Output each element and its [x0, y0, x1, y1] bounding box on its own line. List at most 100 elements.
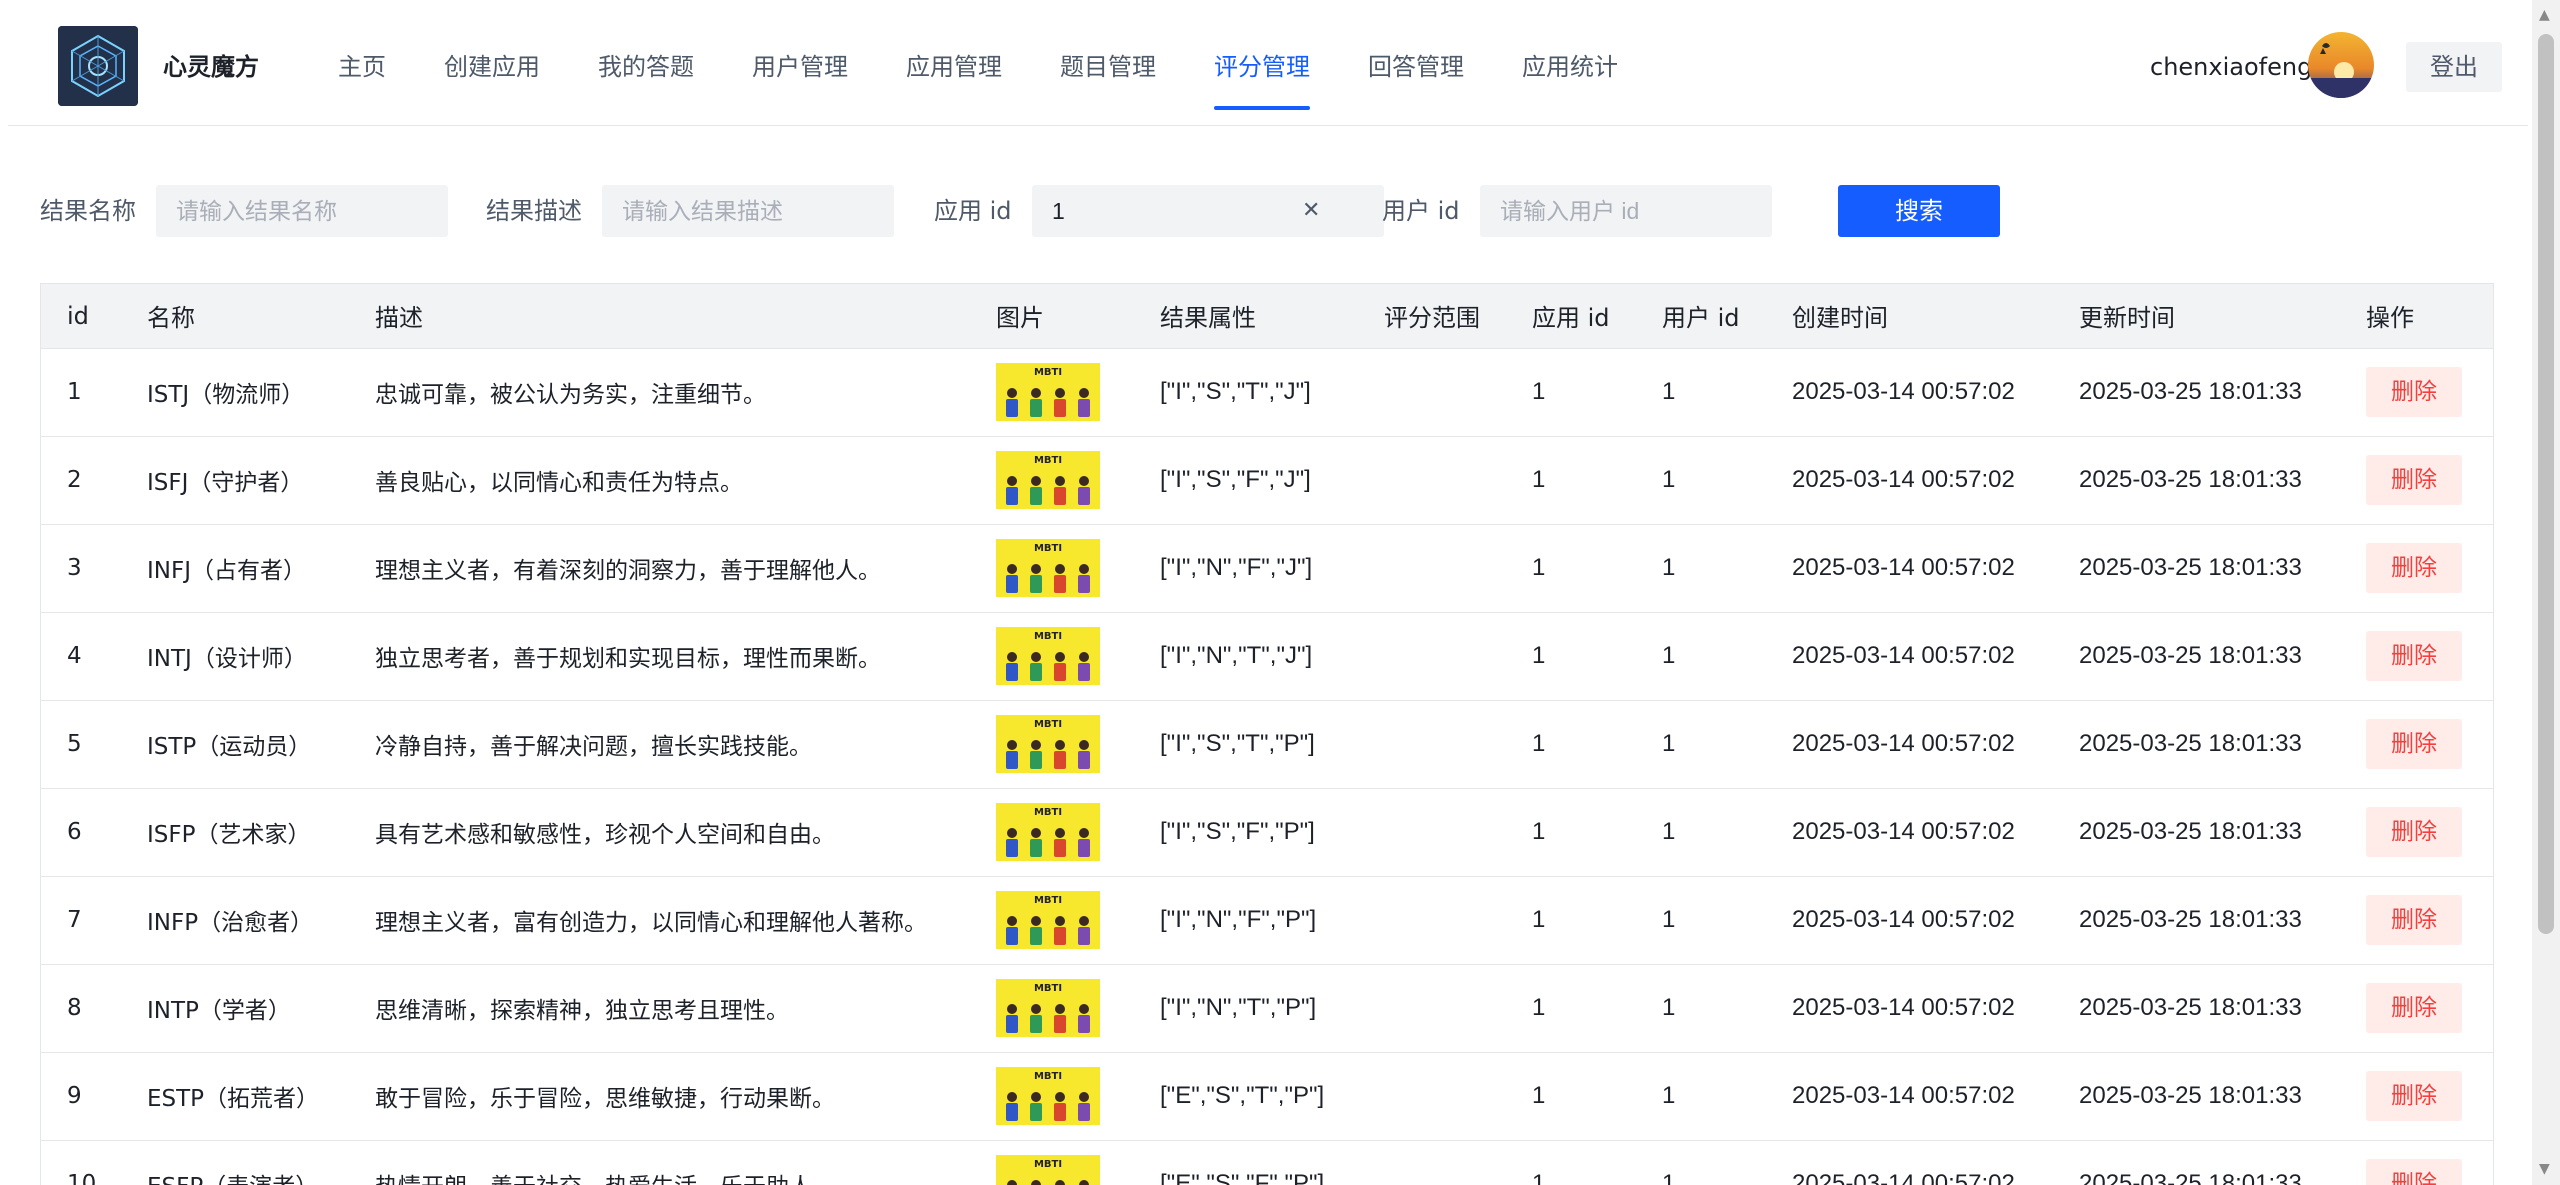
col-header-app-id: 应用 id — [1506, 284, 1636, 349]
mbti-thumbnail[interactable]: MBTI — [996, 891, 1100, 949]
user-id-input[interactable] — [1480, 185, 1772, 237]
nav-item-home[interactable]: 主页 — [338, 8, 386, 126]
cell-created: 2025-03-14 00:57:02 — [1766, 524, 2053, 613]
nav-item-app-admin[interactable]: 应用管理 — [906, 8, 1002, 126]
mbti-thumbnail[interactable]: MBTI — [996, 803, 1100, 861]
mbti-thumbnail[interactable]: MBTI — [996, 1067, 1100, 1125]
delete-button[interactable]: 删除 — [2366, 983, 2462, 1033]
cell-name: INFJ（占有者） — [121, 524, 349, 613]
nav-item-create-app[interactable]: 创建应用 — [444, 8, 540, 126]
cell-created: 2025-03-14 00:57:02 — [1766, 964, 2053, 1053]
cell-image: MBTI — [970, 1052, 1134, 1141]
nav-item-scoring-admin[interactable]: 评分管理 — [1214, 8, 1310, 126]
mbti-thumbnail[interactable]: MBTI — [996, 451, 1100, 509]
cell-app-id: 1 — [1506, 964, 1636, 1053]
cell-range — [1358, 964, 1506, 1053]
delete-button[interactable]: 删除 — [2366, 1071, 2462, 1121]
cell-actions: 删除 — [2340, 788, 2493, 877]
mbti-thumbnail[interactable]: MBTI — [996, 979, 1100, 1037]
delete-button[interactable]: 删除 — [2366, 807, 2462, 857]
cell-created: 2025-03-14 00:57:02 — [1766, 436, 2053, 525]
cell-app-id: 1 — [1506, 876, 1636, 965]
cell-desc: 理想主义者，富有创造力，以同情心和理解他人著称。 — [349, 876, 970, 965]
main-nav: 主页 创建应用 我的答题 用户管理 应用管理 题目管理 评分管理 回答管理 应用… — [338, 8, 1676, 126]
delete-button[interactable]: 删除 — [2366, 1159, 2462, 1185]
cell-attrs: ["I","N","T","J"] — [1134, 612, 1358, 701]
username[interactable]: chenxiaofeng — [2150, 8, 2312, 126]
scroll-down-icon[interactable]: ▼ — [2539, 1162, 2550, 1176]
delete-button[interactable]: 删除 — [2366, 895, 2462, 945]
cell-desc: 敢于冒险，乐于冒险，思维敏捷，行动果断。 — [349, 1052, 970, 1141]
cell-app-id: 1 — [1506, 1140, 1636, 1185]
mbti-thumbnail[interactable]: MBTI — [996, 715, 1100, 773]
cell-desc: 具有艺术感和敏感性，珍视个人空间和自由。 — [349, 788, 970, 877]
scrollbar-thumb[interactable] — [2538, 34, 2554, 934]
delete-button[interactable]: 删除 — [2366, 455, 2462, 505]
thumbnail-caption: MBTI — [1033, 1159, 1063, 1170]
cell-name: ESFP（表演者） — [121, 1140, 349, 1185]
delete-button[interactable]: 删除 — [2366, 719, 2462, 769]
thumbnail-caption: MBTI — [1033, 895, 1063, 906]
cell-id: 5 — [41, 700, 121, 789]
nav-item-my-answers[interactable]: 我的答题 — [598, 8, 694, 126]
cell-updated: 2025-03-25 18:01:33 — [2053, 964, 2340, 1053]
cell-name: INTJ（设计师） — [121, 612, 349, 701]
cell-desc: 独立思考者，善于规划和实现目标，理性而果断。 — [349, 612, 970, 701]
cell-name: ISTP（运动员） — [121, 700, 349, 789]
table-row: 6 ISFP（艺术家） 具有艺术感和敏感性，珍视个人空间和自由。 MBTI ["… — [41, 788, 2493, 877]
result-desc-input[interactable] — [602, 185, 894, 237]
logout-button[interactable]: 登出 — [2406, 42, 2502, 92]
cell-desc: 思维清晰，探索精神，独立思考且理性。 — [349, 964, 970, 1053]
top-navbar: 心灵魔方 主页 创建应用 我的答题 用户管理 应用管理 题目管理 评分管理 回答… — [8, 8, 2528, 126]
cell-image: MBTI — [970, 964, 1134, 1053]
app-id-label: 应用 id — [934, 197, 1012, 225]
col-header-image: 图片 — [970, 284, 1134, 349]
thumbnail-caption: MBTI — [1033, 983, 1063, 994]
app-id-input[interactable] — [1032, 185, 1384, 237]
scoring-table: id 名称 描述 图片 结果属性 评分范围 应用 id 用户 id 创建时间 更… — [40, 283, 2494, 1185]
cell-range — [1358, 348, 1506, 437]
clear-icon[interactable]: ✕ — [1302, 185, 1320, 237]
cell-updated: 2025-03-25 18:01:33 — [2053, 788, 2340, 877]
table-row: 10 ESFP（表演者） 热情开朗，善于社交，热爱生活，乐于助人。 MBTI [… — [41, 1140, 2493, 1185]
nav-item-question-admin[interactable]: 题目管理 — [1060, 8, 1156, 126]
cell-created: 2025-03-14 00:57:02 — [1766, 612, 2053, 701]
cell-image: MBTI — [970, 700, 1134, 789]
cell-actions: 删除 — [2340, 524, 2493, 613]
mbti-thumbnail[interactable]: MBTI — [996, 363, 1100, 421]
result-name-input[interactable] — [156, 185, 448, 237]
nav-item-app-stats[interactable]: 应用统计 — [1522, 8, 1618, 126]
table-row: 5 ISTP（运动员） 冷静自持，善于解决问题，擅长实践技能。 MBTI ["I… — [41, 700, 2493, 789]
avatar[interactable] — [2308, 32, 2374, 98]
cell-created: 2025-03-14 00:57:02 — [1766, 348, 2053, 437]
nav-item-answer-admin[interactable]: 回答管理 — [1368, 8, 1464, 126]
nav-item-user-admin[interactable]: 用户管理 — [752, 8, 848, 126]
cell-app-id: 1 — [1506, 524, 1636, 613]
mbti-thumbnail[interactable]: MBTI — [996, 539, 1100, 597]
mbti-thumbnail[interactable]: MBTI — [996, 1155, 1100, 1185]
table-row: 8 INTP（学者） 思维清晰，探索精神，独立思考且理性。 MBTI ["I",… — [41, 964, 2493, 1053]
cell-created: 2025-03-14 00:57:02 — [1766, 788, 2053, 877]
cell-range — [1358, 524, 1506, 613]
cell-attrs: ["I","N","F","P"] — [1134, 876, 1358, 965]
table-row: 3 INFJ（占有者） 理想主义者，有着深刻的洞察力，善于理解他人。 MBTI … — [41, 524, 2493, 613]
cell-id: 4 — [41, 612, 121, 701]
cell-attrs: ["I","S","T","J"] — [1134, 348, 1358, 437]
mbti-thumbnail[interactable]: MBTI — [996, 627, 1100, 685]
search-button[interactable]: 搜索 — [1838, 185, 2000, 237]
col-header-attrs: 结果属性 — [1134, 284, 1358, 349]
thumbnail-caption: MBTI — [1033, 367, 1063, 378]
delete-button[interactable]: 删除 — [2366, 631, 2462, 681]
app-logo[interactable] — [58, 26, 138, 106]
cell-user-id: 1 — [1636, 1140, 1766, 1185]
cell-range — [1358, 436, 1506, 525]
scroll-up-icon[interactable]: ▲ — [2539, 8, 2550, 22]
user-id-label: 用户 id — [1382, 197, 1460, 225]
table-row: 4 INTJ（设计师） 独立思考者，善于规划和实现目标，理性而果断。 MBTI … — [41, 612, 2493, 701]
cell-name: ESTP（拓荒者） — [121, 1052, 349, 1141]
cell-attrs: ["I","S","F","P"] — [1134, 788, 1358, 877]
col-header-desc: 描述 — [349, 284, 970, 349]
delete-button[interactable]: 删除 — [2366, 367, 2462, 417]
delete-button[interactable]: 删除 — [2366, 543, 2462, 593]
cell-name: ISFJ（守护者） — [121, 436, 349, 525]
